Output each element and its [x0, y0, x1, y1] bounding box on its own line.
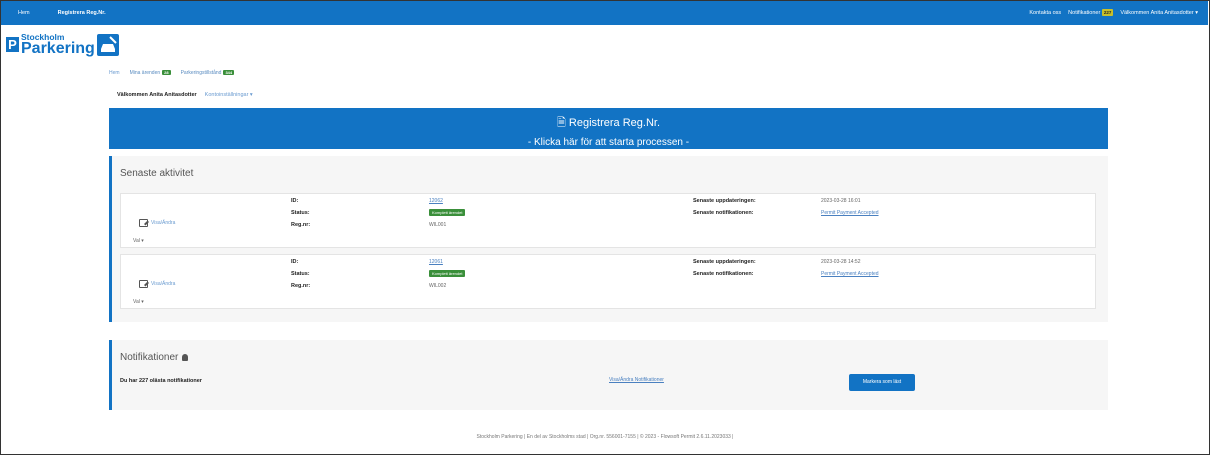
banner-subtitle: - Klicka här för att starta processen -: [527, 137, 690, 148]
case-id-link[interactable]: 12062: [429, 198, 443, 204]
activity-card: Visa/Ändra Val ▾ ID: Status: Reg.nr: 120…: [120, 193, 1096, 248]
updated-value: 2023-03-28 16:01: [821, 198, 861, 204]
recent-activity-title: Senaste aktivitet: [120, 168, 194, 179]
view-edit-link[interactable]: Visa/Ändra: [151, 281, 175, 287]
notifications-label: Notifikationer: [1068, 10, 1101, 16]
bell-icon: [182, 353, 189, 361]
contact-link[interactable]: Kontakta oss: [1029, 10, 1061, 16]
status-badge: Komplett ärendet: [429, 270, 466, 277]
banner-title: Registrera Reg.Nr.: [568, 117, 660, 129]
footer-text: Stockholm Parkering | En del av Stockhol…: [476, 434, 734, 440]
nav-home-link[interactable]: Hem: [18, 10, 30, 16]
reg-label: Reg.nr:: [291, 283, 311, 289]
reg-label: Reg.nr:: [291, 222, 311, 228]
notifications-panel: Notifikationer Du har 227 olästa notifik…: [109, 340, 1108, 410]
notif-label: Senaste notifikationen:: [693, 271, 754, 277]
tab-parking-permits[interactable]: Parkeringstillstånd 344: [181, 70, 235, 76]
options-dropdown[interactable]: Val ▾: [133, 299, 144, 305]
banner-title-row: 🗎 Registrera Reg.Nr.: [109, 114, 1108, 133]
id-label: ID:: [291, 259, 299, 265]
tab-my-cases-count: 28: [162, 70, 171, 75]
options-dropdown[interactable]: Val ▾: [133, 238, 144, 244]
status-label: Status:: [291, 271, 310, 277]
parking-p-icon: P: [6, 37, 19, 53]
unread-notifications-text: Du har 227 olästa notifikationer: [120, 378, 202, 384]
car-icon: [96, 33, 119, 56]
user-menu[interactable]: Välkommen Anita Anitasdotter ▾: [1120, 10, 1198, 16]
mark-as-read-button[interactable]: Markera som läst: [849, 374, 915, 391]
logo-text: Stockholm Parkering: [21, 33, 95, 57]
view-edit-link[interactable]: Visa/Ändra: [151, 220, 175, 226]
notif-label: Senaste notifikationen:: [693, 210, 754, 216]
account-settings-menu[interactable]: Kontoinställningar ▾: [205, 92, 253, 98]
notif-value-link[interactable]: Permit Payment Accepted: [821, 210, 879, 216]
tab-parking-permits-label: Parkeringstillstånd: [180, 70, 222, 76]
reg-value: WIL002: [429, 283, 447, 289]
section-tabs: Hem Mina ärenden 28 Parkeringstillstånd 34…: [109, 70, 235, 76]
top-nav-bar: Hem Registrera Reg.Nr. Kontakta oss Noti…: [1, 1, 1208, 25]
notifications-title: Notifikationer: [120, 352, 179, 363]
id-label: ID:: [291, 198, 299, 204]
status-label: Status:: [291, 210, 310, 216]
notifications-title-row: Notifikationer: [120, 352, 189, 363]
tab-home[interactable]: Hem: [109, 70, 120, 76]
notifications-link[interactable]: Notifikationer 227: [1068, 9, 1114, 16]
logo-line2: Parkering: [21, 39, 95, 57]
tab-my-cases-label: Mina ärenden: [129, 70, 161, 76]
updated-label: Senaste uppdateringen:: [693, 259, 756, 265]
notif-value-link[interactable]: Permit Payment Accepted: [821, 271, 879, 277]
activity-card: Visa/Ändra Val ▾ ID: Status: Reg.nr: 120…: [120, 254, 1096, 309]
case-id-link[interactable]: 12061: [429, 259, 443, 265]
edit-icon: [139, 280, 148, 288]
document-icon: 🗎: [556, 117, 566, 129]
updated-label: Senaste uppdateringen:: [693, 198, 756, 204]
status-badge: Komplett ärendet: [429, 209, 466, 216]
edit-icon: [139, 219, 148, 227]
welcome-name: Välkommen Anita Anitasdotter: [117, 92, 197, 98]
tab-parking-permits-count: 344: [223, 70, 235, 75]
nav-right-group: Kontakta oss Notifikationer 227 Välkomme…: [1029, 9, 1198, 16]
view-notifications-link[interactable]: Visa/Ändra Notifikationer: [609, 377, 664, 383]
tab-my-cases[interactable]: Mina ärenden 28: [130, 70, 171, 76]
recent-activity-panel: Senaste aktivitet Visa/Ändra Val ▾ ID: S…: [109, 156, 1108, 322]
updated-value: 2023-03-28 14:52: [821, 259, 861, 265]
notifications-count-badge: 227: [1101, 9, 1114, 16]
reg-value: WIL001: [429, 222, 447, 228]
register-regnr-banner[interactable]: 🗎 Registrera Reg.Nr. - Klicka här för at…: [109, 108, 1108, 149]
nav-current-page[interactable]: Registrera Reg.Nr.: [58, 10, 106, 16]
welcome-row: Välkommen Anita Anitasdotter Kontoinstäl…: [117, 92, 253, 98]
site-logo[interactable]: P Stockholm Parkering: [6, 33, 119, 57]
